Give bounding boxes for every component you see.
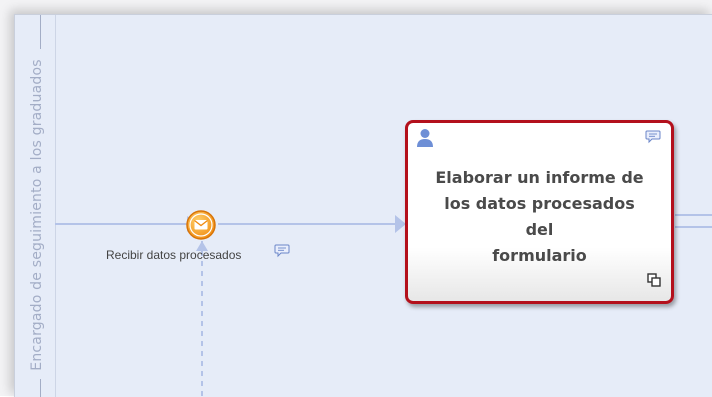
comment-icon[interactable] [274, 244, 290, 258]
task-label-line: formulario [492, 246, 587, 265]
user-icon [417, 129, 433, 147]
task-label-line: Elaborar un informe de [435, 168, 644, 187]
task-label-line: los datos procesados del [444, 194, 635, 239]
event-label: Recibir datos procesados [106, 248, 242, 262]
message-event[interactable] [186, 210, 216, 240]
envelope-icon [186, 210, 216, 240]
subprocess-icon[interactable] [647, 273, 661, 287]
task-label: Elaborar un informe de los datos procesa… [428, 165, 651, 269]
user-task[interactable]: Elaborar un informe de los datos procesa… [405, 120, 674, 304]
comment-icon[interactable] [645, 130, 661, 144]
diagram-frame: Encargado de seguimiento a los graduados [0, 0, 712, 397]
